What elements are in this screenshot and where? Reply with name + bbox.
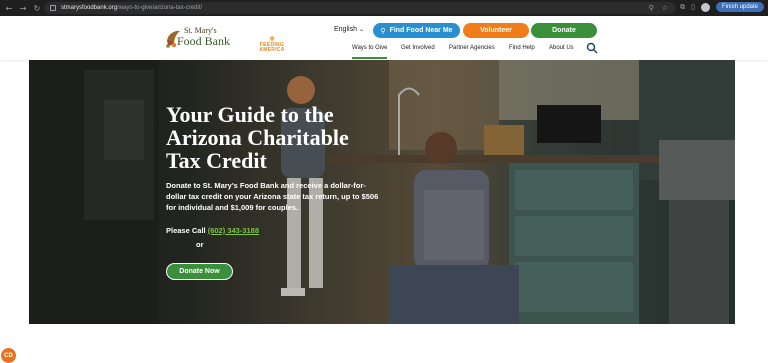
- or-label: or: [196, 240, 204, 249]
- hero-banner: Your Guide to the Arizona Charitable Tax…: [29, 60, 735, 324]
- partner-logo-line2: AMERICA: [259, 47, 285, 53]
- hero-title: Your Guide to the Arizona Charitable Tax…: [166, 102, 349, 173]
- site-info-icon[interactable]: [50, 5, 56, 11]
- chevron-down-icon: ⌄: [358, 26, 364, 33]
- language-selector[interactable]: English ⌄: [334, 26, 364, 33]
- donate-label: Donate: [552, 27, 576, 34]
- nav-about-us[interactable]: About Us: [549, 45, 574, 51]
- hero-photo: [29, 60, 735, 324]
- find-food-button[interactable]: ⚲ Find Food Near Me: [373, 23, 460, 38]
- map-pin-icon: ⚲: [380, 26, 386, 35]
- nav-ways-to-give[interactable]: Ways to Give: [352, 45, 388, 59]
- browser-toolbar: ← → ↻ stmarysfoodbank.org /ways-to-give/…: [0, 0, 768, 16]
- bookmark-star-icon[interactable]: ☆: [662, 4, 668, 12]
- donate-now-button[interactable]: Donate Now: [166, 263, 233, 280]
- search-icon[interactable]: [586, 42, 598, 54]
- forward-icon[interactable]: →: [18, 4, 28, 13]
- hero-description: Donate to St. Mary's Food Bank and recei…: [166, 181, 379, 212]
- donate-now-label: Donate Now: [179, 268, 220, 275]
- sidebar-icon[interactable]: ▯: [691, 3, 695, 11]
- logo-text-line2: Food Bank: [177, 34, 231, 48]
- stmarys-logo[interactable]: St. Mary's Food Bank: [165, 26, 243, 54]
- back-icon[interactable]: ←: [4, 4, 14, 13]
- nav-find-help[interactable]: Find Help: [509, 45, 535, 51]
- site-header: St. Mary's Food Bank ✺ FEEDING AMERICA E…: [0, 16, 768, 60]
- nav-partner-agencies[interactable]: Partner Agencies: [449, 45, 495, 51]
- url-host: stmarysfoodbank.org: [61, 5, 118, 11]
- language-label: English: [334, 26, 357, 33]
- url-path: /ways-to-give/arizona-tax-credit/: [117, 5, 203, 11]
- find-food-label: Find Food Near Me: [389, 27, 453, 34]
- nav-get-involved[interactable]: Get Involved: [401, 45, 435, 51]
- profile-avatar[interactable]: [700, 2, 710, 12]
- volunteer-label: Volunteer: [480, 27, 512, 34]
- donate-button[interactable]: Donate: [531, 23, 597, 38]
- address-bar[interactable]: stmarysfoodbank.org /ways-to-give/arizon…: [44, 2, 676, 14]
- extensions-icon[interactable]: ⧉: [680, 3, 685, 12]
- call-line: Please Call (602) 343-3188: [166, 226, 259, 235]
- chat-badge-initials: CD: [4, 352, 13, 359]
- finish-update-button[interactable]: Finish update: [715, 2, 764, 12]
- call-label: Please Call: [166, 226, 206, 235]
- feeding-america-logo[interactable]: ✺ FEEDING AMERICA: [254, 36, 290, 58]
- zoom-icon[interactable]: ⚲: [649, 4, 654, 12]
- phone-link[interactable]: (602) 343-3188: [208, 226, 259, 235]
- reload-icon[interactable]: ↻: [32, 4, 42, 13]
- volunteer-button[interactable]: Volunteer: [463, 23, 529, 38]
